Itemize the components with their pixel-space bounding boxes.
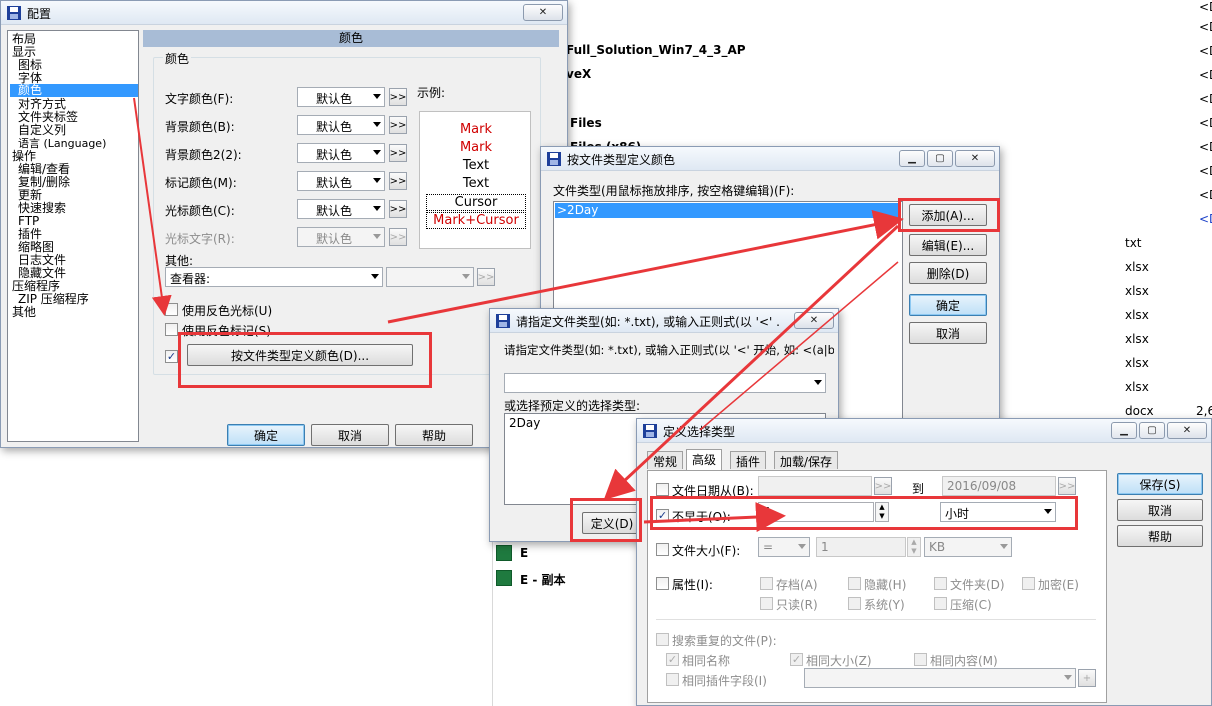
annotation-arrows <box>133 97 904 533</box>
